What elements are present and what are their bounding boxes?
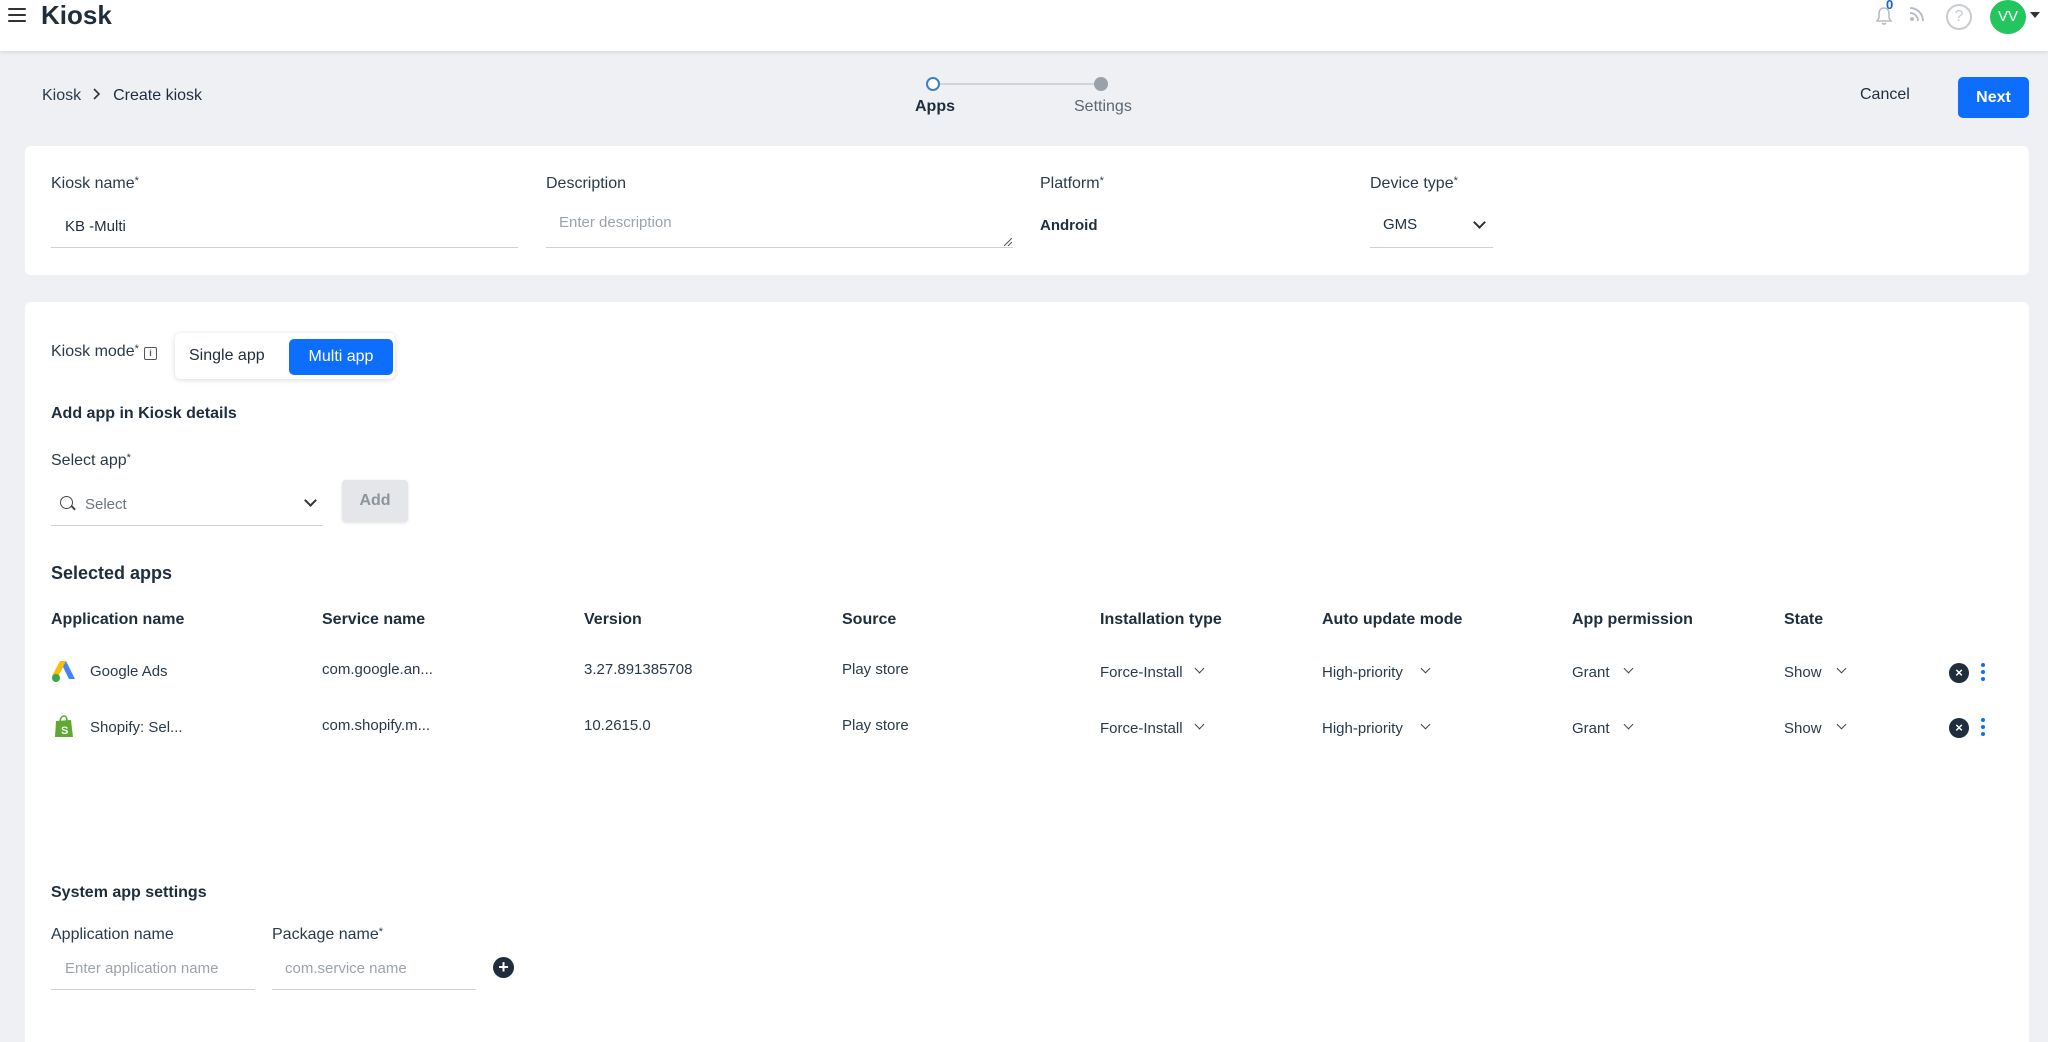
app-name-cell: Shopify: Sel... [90, 719, 183, 736]
breadcrumb: Kiosk Create kiosk [42, 87, 202, 105]
service-name-cell: com.shopify.m... [322, 717, 431, 734]
more-options-icon[interactable] [1981, 718, 1987, 740]
state-select[interactable]: Show [1784, 664, 1822, 681]
package-name-underline [272, 989, 476, 990]
multi-app-button[interactable]: Multi app [289, 339, 393, 375]
kiosk-details-card [25, 146, 2029, 275]
avatar[interactable]: VV [1990, 0, 2026, 34]
shopify-icon: S [55, 715, 73, 737]
select-app-label: Select app* [51, 452, 131, 469]
kiosk-name-underline [51, 247, 518, 248]
notification-count-badge: 0 [1886, 0, 1894, 12]
platform-value: Android [1040, 217, 1098, 234]
service-name-cell: com.google.an... [322, 661, 433, 678]
app-name-cell: Google Ads [90, 663, 168, 680]
select-app-input[interactable]: Select [85, 496, 127, 513]
device-type-select[interactable]: GMS [1383, 216, 1417, 233]
column-header: State [1784, 611, 1824, 628]
description-textarea[interactable]: Enter description [559, 214, 672, 231]
step-settings-label: Settings [1074, 98, 1132, 115]
installation-type-select[interactable]: Force-Install [1100, 664, 1183, 681]
system-app-title: System app settings [51, 884, 207, 901]
column-header: Version [584, 611, 642, 628]
select-app-underline [51, 525, 323, 526]
application-name-input[interactable]: Enter application name [65, 960, 218, 977]
rss-icon[interactable] [1906, 6, 1928, 28]
kiosk-mode-label: Kiosk mode* [51, 343, 139, 360]
more-options-icon[interactable] [1981, 663, 1987, 685]
description-label: Description [546, 175, 627, 192]
add-system-app-icon[interactable]: + [493, 957, 514, 978]
column-header: Source [842, 611, 897, 628]
chevron-down-icon[interactable] [2030, 12, 2040, 18]
auto-update-select[interactable]: High-priority [1322, 720, 1403, 737]
permission-select[interactable]: Grant [1572, 720, 1610, 737]
device-type-label: Device type* [1370, 175, 1458, 192]
step-apps-dot [926, 77, 940, 91]
app-title: Kiosk [41, 0, 112, 30]
selected-apps-title: Selected apps [51, 563, 173, 583]
add-app-title: Add app in Kiosk details [51, 405, 237, 422]
stepper-line [933, 83, 1097, 85]
package-name-input[interactable]: com.service name [285, 960, 407, 977]
single-app-button[interactable]: Single app [189, 342, 265, 370]
remove-row-icon[interactable]: × [1949, 663, 1969, 683]
column-header: Auto update mode [1322, 611, 1463, 628]
hamburger-menu-icon[interactable] [8, 8, 26, 22]
column-header: App permission [1572, 611, 1693, 628]
kiosk-name-label: Kiosk name* [51, 175, 139, 192]
description-underline [546, 247, 1013, 248]
info-icon[interactable]: i [144, 347, 157, 360]
resize-grip-icon[interactable] [1004, 238, 1012, 246]
platform-label: Platform* [1040, 175, 1104, 192]
application-name-underline [51, 989, 255, 990]
step-apps-label: Apps [915, 98, 955, 115]
breadcrumb-current: Create kiosk [113, 87, 203, 104]
installation-type-select[interactable]: Force-Install [1100, 720, 1183, 737]
next-button[interactable]: Next [1958, 77, 2029, 118]
state-select[interactable]: Show [1784, 720, 1822, 737]
breadcrumb-root[interactable]: Kiosk [42, 87, 81, 105]
column-header: Installation type [1100, 611, 1222, 628]
chevron-right-icon [93, 87, 101, 105]
version-cell: 3.27.891385708 [584, 661, 693, 678]
cancel-button[interactable]: Cancel [1860, 86, 1910, 104]
help-icon[interactable]: ? [1946, 4, 1972, 30]
kiosk-name-input[interactable]: KB -Multi [65, 218, 126, 235]
version-cell: 10.2615.0 [584, 717, 651, 734]
source-cell: Play store [842, 661, 909, 678]
google-ads-icon [52, 661, 75, 682]
svg-text:S: S [61, 725, 68, 737]
remove-row-icon[interactable]: × [1949, 718, 1969, 738]
top-bar: Kiosk 0 ? VV [0, 0, 2048, 51]
stepper: Apps Settings [915, 76, 1145, 126]
auto-update-select[interactable]: High-priority [1322, 664, 1403, 681]
application-name-label: Application name [51, 926, 174, 943]
step-settings-dot [1094, 77, 1108, 91]
package-name-label: Package name* [272, 926, 384, 943]
device-type-underline [1370, 247, 1493, 248]
search-icon [60, 496, 73, 509]
source-cell: Play store [842, 717, 909, 734]
column-header: Application name [51, 611, 185, 628]
kiosk-mode-toggle: Single app Multi app [175, 333, 395, 379]
column-header: Service name [322, 611, 426, 628]
add-app-button[interactable]: Add [342, 480, 408, 522]
permission-select[interactable]: Grant [1572, 664, 1610, 681]
